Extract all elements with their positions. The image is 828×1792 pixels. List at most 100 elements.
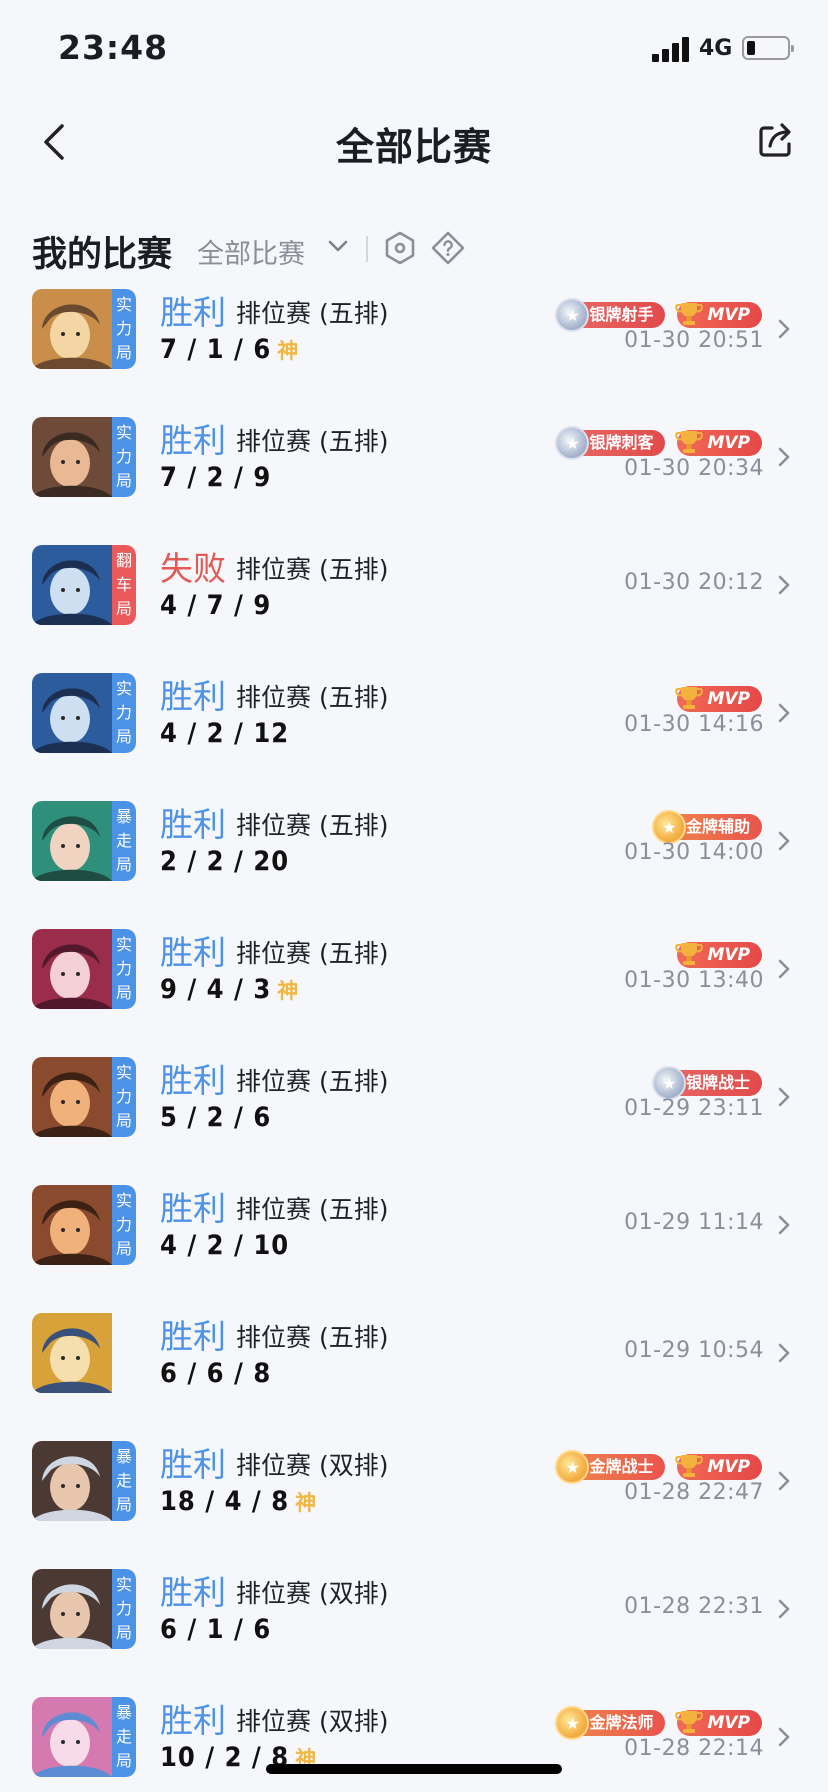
god-mark: 神	[277, 979, 299, 1003]
honor-badge: MVP	[675, 942, 762, 968]
match-time: 01-28 22:47	[624, 1480, 764, 1505]
match-tier-tag: 实力局	[112, 1057, 136, 1137]
kda-text: 9 / 4 / 3神	[160, 974, 298, 1005]
match-time: 01-30 14:00	[624, 840, 764, 865]
chevron-right-icon[interactable]	[776, 1212, 792, 1238]
honor-badge-label: 金牌法师	[589, 1713, 654, 1732]
kda-value: 4 / 2 / 10	[160, 1230, 290, 1261]
match-row[interactable]: 暴走局 胜利 排位赛 (双排) 10 / 2 / 8神 ★ 金牌法师 MVP 01…	[0, 1694, 828, 1792]
kda-text: 6 / 6 / 8	[160, 1358, 271, 1389]
chevron-right-icon[interactable]	[776, 700, 792, 726]
honor-badge: ★ 金牌辅助	[651, 810, 762, 844]
chevron-right-icon[interactable]	[776, 1468, 792, 1494]
chevron-right-icon[interactable]	[776, 828, 792, 854]
help-icon[interactable]	[430, 230, 466, 266]
chevron-right-icon[interactable]	[776, 956, 792, 982]
chevron-right-icon[interactable]	[776, 1084, 792, 1110]
hero-avatar: 翻车局	[32, 545, 136, 625]
hexagon-filter-icon[interactable]	[383, 230, 417, 266]
match-tier-tag: 暴走局	[112, 1441, 136, 1521]
hero-avatar: 实力局	[32, 929, 136, 1009]
match-row[interactable]: 暴走局 胜利 排位赛 (五排) 2 / 2 / 20 ★ 金牌辅助 01-30 1…	[0, 798, 828, 926]
honor-badge: MVP	[675, 1454, 762, 1480]
match-time: 01-28 22:31	[624, 1594, 764, 1619]
section-header: 我的比赛 全部比赛	[0, 222, 828, 278]
match-tier-tag: 实力局	[112, 1569, 136, 1649]
cellular-signal-icon	[652, 36, 692, 62]
match-mode: 排位赛 (五排)	[236, 555, 389, 584]
share-icon[interactable]	[756, 120, 796, 160]
honor-badge: ★ 金牌法师	[555, 1706, 666, 1740]
hero-portrait	[32, 417, 112, 497]
god-mark: 神	[277, 339, 299, 363]
chevron-right-icon[interactable]	[776, 1596, 792, 1622]
trophy-icon	[673, 1450, 707, 1484]
match-tier-label: 实力局	[116, 423, 133, 490]
trophy-icon	[673, 682, 707, 716]
chevron-right-icon[interactable]	[776, 572, 792, 598]
chevron-down-icon[interactable]	[326, 236, 350, 256]
honor-badge-label: MVP	[707, 1713, 750, 1733]
match-tier-tag: 暴走局	[112, 1697, 136, 1777]
honor-badge-label: MVP	[707, 945, 750, 965]
match-mode: 排位赛 (五排)	[236, 811, 389, 840]
match-row[interactable]: 实力局 胜利 排位赛 (五排) 5 / 2 / 6 ★ 银牌战士 01-29 23…	[0, 1054, 828, 1182]
medal-icon: ★	[555, 426, 590, 460]
hero-avatar: 暴走局	[32, 1697, 136, 1777]
match-tier-label: 实力局	[116, 295, 133, 362]
match-filter-dropdown[interactable]: 全部比赛	[197, 232, 305, 271]
kda-value: 5 / 2 / 6	[160, 1102, 272, 1133]
honor-badge: ★ 银牌刺客	[555, 426, 666, 460]
honor-badge-label: 银牌射手	[589, 305, 654, 324]
honor-badge-label: MVP	[707, 689, 750, 709]
trophy-icon	[673, 426, 707, 460]
honor-badge: MVP	[675, 302, 762, 328]
match-tier-tag: 实力局	[112, 289, 136, 369]
kda-value: 4 / 2 / 12	[160, 718, 290, 749]
hero-avatar: 实力局	[32, 673, 136, 753]
match-tier-label: 实力局	[116, 1575, 133, 1642]
hero-portrait	[32, 1441, 112, 1521]
honor-badge: ★ 银牌战士	[651, 1066, 762, 1100]
match-row[interactable]: 实力局 胜利 排位赛 (双排) 6 / 1 / 6 01-28 22:31	[0, 1566, 828, 1694]
match-tier-label: 实力局	[116, 679, 133, 746]
honor-badge: MVP	[675, 430, 762, 456]
match-time: 01-29 11:14	[624, 1210, 764, 1235]
honor-badge: ★ 银牌射手	[555, 298, 666, 332]
chevron-right-icon[interactable]	[776, 1340, 792, 1366]
match-mode: 排位赛 (五排)	[236, 683, 389, 712]
kda-text: 6 / 1 / 6	[160, 1614, 271, 1645]
match-row[interactable]: 实力局 胜利 排位赛 (五排) 7 / 1 / 6神 ★ 银牌射手 MVP 01-…	[0, 286, 828, 414]
match-tier-tag: 暴走局	[112, 801, 136, 881]
honor-badge-label: MVP	[707, 433, 750, 453]
kda-text: 7 / 1 / 6神	[160, 334, 298, 365]
chevron-right-icon[interactable]	[776, 316, 792, 342]
match-row[interactable]: 实力局 胜利 排位赛 (五排) 9 / 4 / 3神 MVP 01-30 13:…	[0, 926, 828, 1054]
home-indicator	[266, 1764, 562, 1774]
match-row[interactable]: 实力局 胜利 排位赛 (五排) 4 / 2 / 10 01-29 11:14	[0, 1182, 828, 1310]
honor-badge: MVP	[675, 1710, 762, 1736]
hero-avatar: 暴走局	[32, 1441, 136, 1521]
match-row[interactable]: 暴走局 胜利 排位赛 (双排) 18 / 4 / 8神 ★ 金牌战士 MVP 01…	[0, 1438, 828, 1566]
kda-text: 4 / 7 / 9	[160, 590, 271, 621]
kda-text: 2 / 2 / 20	[160, 846, 289, 877]
kda-value: 6 / 1 / 6	[160, 1614, 272, 1645]
hero-portrait	[32, 289, 112, 369]
match-tier-tag: 翻车局	[112, 545, 136, 625]
match-row[interactable]: 翻车局 失败 排位赛 (五排) 4 / 7 / 9 01-30 20:12	[0, 542, 828, 670]
hero-portrait	[32, 1569, 112, 1649]
kda-text: 18 / 4 / 8神	[160, 1486, 316, 1517]
chevron-right-icon[interactable]	[776, 1724, 792, 1750]
hero-avatar: 暴走局	[32, 801, 136, 881]
chevron-right-icon[interactable]	[776, 444, 792, 470]
kda-value: 7 / 2 / 9	[160, 462, 272, 493]
honor-badge-label: MVP	[707, 305, 750, 325]
match-tier-label: 暴走局	[116, 1703, 133, 1770]
match-result: 胜利	[160, 1061, 226, 1100]
match-row[interactable]: 实力局 胜利 排位赛 (五排) 4 / 2 / 12 MVP 01-30 14:…	[0, 670, 828, 798]
match-tier-label: 翻车局	[116, 551, 133, 618]
hero-portrait	[32, 1057, 112, 1137]
match-row[interactable]: 实力局 胜利 排位赛 (五排) 7 / 2 / 9 ★ 银牌刺客 MVP 01-3…	[0, 414, 828, 542]
section-title: 我的比赛	[32, 235, 173, 275]
match-row[interactable]: 胜利 排位赛 (五排) 6 / 6 / 8 01-29 10:54	[0, 1310, 828, 1438]
